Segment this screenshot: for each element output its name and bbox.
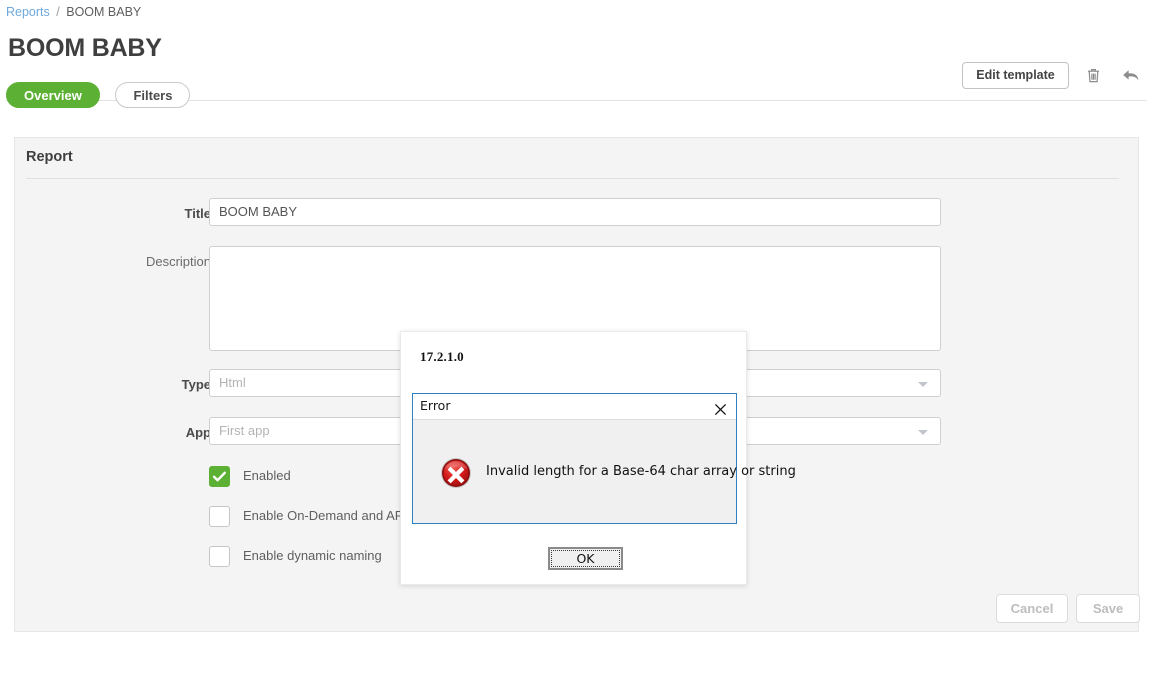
error-dialog-title: Error [420,398,450,413]
undo-button[interactable] [1118,62,1144,89]
title-input[interactable]: BOOM BABY [209,198,941,226]
chevron-down-icon [918,430,928,435]
dynamic-naming-checkbox-label: Enable dynamic naming [243,548,382,563]
edit-template-button[interactable]: Edit template [962,62,1069,89]
breadcrumb-current: BOOM BABY [66,5,141,19]
error-circle-icon [440,457,472,489]
type-field-label: Type [111,377,211,392]
cancel-button[interactable]: Cancel [996,594,1068,623]
chevron-down-icon [918,382,928,387]
app-select-value: First app [219,423,270,438]
tab-filters[interactable]: Filters [115,82,190,108]
breadcrumb-link-reports[interactable]: Reports [6,5,50,19]
breadcrumb-separator: / [56,5,59,19]
version-dialog: 17.2.1.0 Error [400,331,747,585]
error-message: Invalid length for a Base-64 char array … [486,464,796,479]
panel-divider [26,178,1119,179]
panel-title: Report [26,149,73,165]
title-field-label: Title [111,206,211,221]
on-demand-api-checkbox[interactable] [209,506,230,527]
error-dialog-close-button[interactable] [704,394,736,418]
delete-button[interactable] [1080,62,1106,89]
page-title: BOOM BABY [8,34,162,63]
save-button[interactable]: Save [1076,594,1140,623]
app-field-label: App [111,425,211,440]
breadcrumb: Reports / BOOM BABY [6,5,141,19]
description-field-label: Description [91,254,211,269]
type-select-value: Html [219,375,246,390]
tab-bar: Overview Filters [6,82,190,110]
error-dialog-titlebar: Error [413,394,736,420]
close-icon [704,403,736,416]
enabled-checkbox[interactable] [209,466,230,487]
tab-overview[interactable]: Overview [6,82,100,108]
dynamic-naming-checkbox[interactable] [209,546,230,567]
enabled-checkbox-label: Enabled [243,468,291,483]
undo-arrow-icon [1118,68,1144,84]
trash-icon [1080,67,1106,84]
on-demand-api-checkbox-label: Enable On-Demand and API r [243,508,415,523]
page-header: BOOM BABY Edit template [0,26,1153,74]
version-dialog-title: 17.2.1.0 [420,349,464,365]
error-dialog-ok-label: OK [551,550,620,567]
error-dialog-ok-button[interactable]: OK [548,547,623,570]
error-dialog: Error [412,393,737,524]
